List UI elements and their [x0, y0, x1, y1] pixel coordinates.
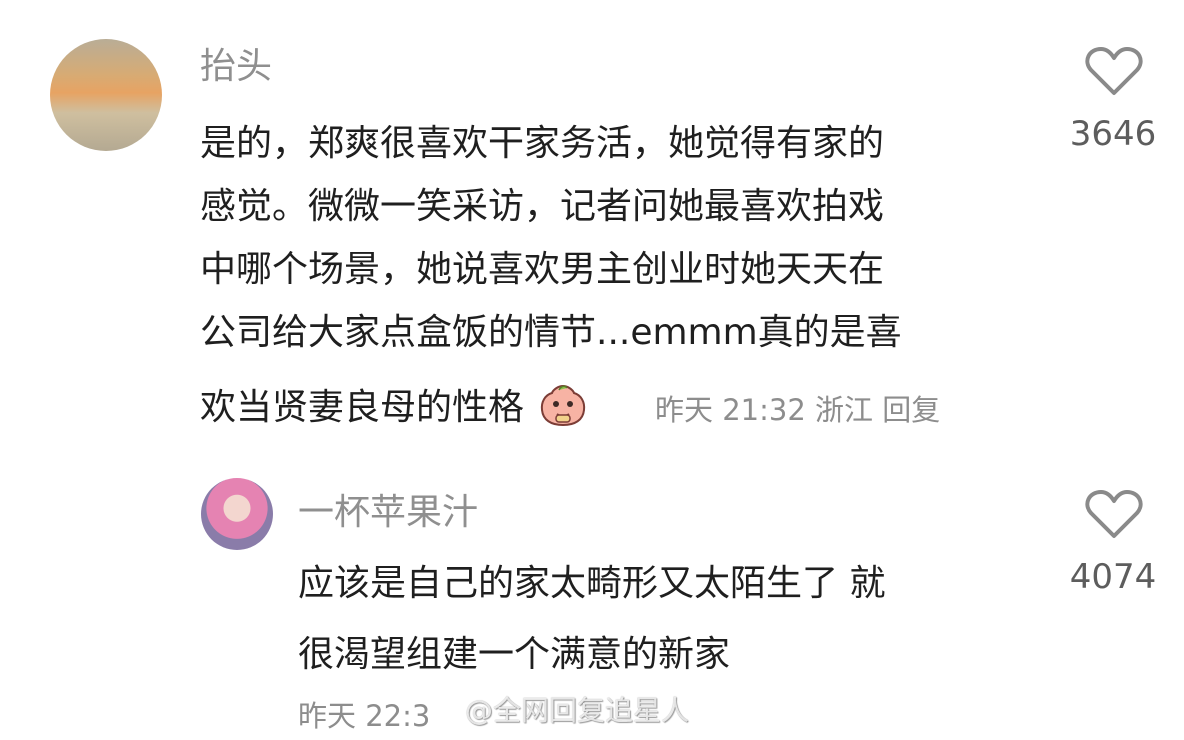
watermark: @全网回复追星人 [465, 694, 690, 727]
reply-username[interactable]: 一杯苹果汁 [298, 491, 478, 535]
heart-outline-icon [1085, 47, 1143, 95]
like-count: 4074 [1069, 557, 1157, 597]
reply-meta[interactable]: 昨天 22:3 [298, 697, 430, 735]
comment-text-line-1: 是的，郑爽很喜欢干家务活，她觉得有家的 [200, 123, 885, 164]
comment-meta[interactable]: 昨天 21:32 浙江 回复 [655, 391, 940, 429]
avatar[interactable] [50, 39, 162, 151]
like-button[interactable] [1085, 45, 1143, 97]
comment-text-line-2: 感觉。微微一笑采访，记者问她最喜欢拍戏 [200, 186, 885, 227]
avatar[interactable] [201, 478, 273, 550]
comment-text-line-3: 中哪个场景，她说喜欢男主创业时她天天在 [200, 249, 885, 290]
emoji-sticker-icon [539, 383, 587, 427]
like-count: 3646 [1069, 114, 1157, 154]
heart-outline-icon [1085, 490, 1143, 538]
comment-text-line-5: 欢当贤妻良母的性格 [200, 377, 587, 438]
comment-username[interactable]: 抬头 [200, 45, 272, 89]
like-button[interactable] [1085, 488, 1143, 540]
comment-text-line-4: 公司给大家点盒饭的情节...emmm真的是喜 [200, 312, 902, 353]
reply-text-line-2: 很渴望组建一个满意的新家 [298, 634, 731, 675]
reply-text-line-1: 应该是自己的家太畸形又太陌生了 就 [298, 563, 886, 604]
comment-text-last-line: 欢当贤妻良母的性格 [200, 387, 525, 428]
